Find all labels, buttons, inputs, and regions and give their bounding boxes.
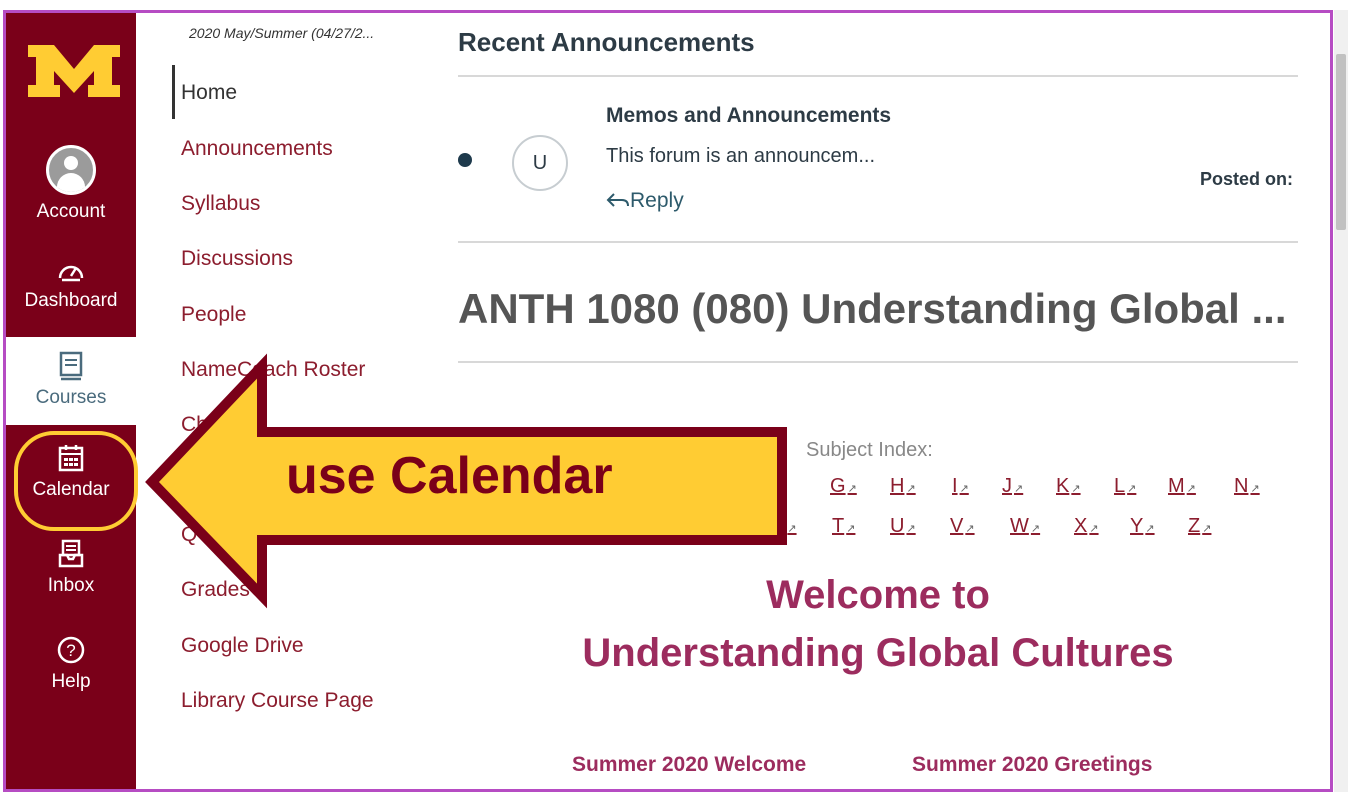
reply-link[interactable]: Reply xyxy=(606,189,684,213)
divider xyxy=(458,361,1298,363)
calendar-highlight-outline xyxy=(14,431,138,531)
global-nav: Account Dashboard Courses Calendar Inbox… xyxy=(6,13,136,789)
external-link-icon: ↗ xyxy=(1071,483,1081,495)
reply-arrow-icon xyxy=(606,193,629,207)
unread-dot-icon xyxy=(458,153,472,167)
external-link-icon: ↗ xyxy=(1202,523,1212,535)
index-link-j[interactable]: J ↗ xyxy=(1002,475,1023,498)
external-link-icon: ↗ xyxy=(847,483,857,495)
vertical-scrollbar[interactable] xyxy=(1334,10,1348,792)
index-link-v[interactable]: V ↗ xyxy=(950,515,975,538)
course-nav-syllabus[interactable]: Syllabus xyxy=(181,192,260,216)
index-link-u[interactable]: U ↗ xyxy=(890,515,916,538)
university-m-logo[interactable] xyxy=(24,41,124,101)
posted-on-label: Posted on: xyxy=(1200,169,1293,189)
external-link-icon: ↗ xyxy=(906,523,916,535)
divider xyxy=(458,75,1298,77)
dashboard-gauge-icon xyxy=(58,265,84,282)
nav-courses[interactable]: Courses xyxy=(6,337,136,425)
index-link-k[interactable]: K ↗ xyxy=(1056,475,1081,498)
welcome-heading-line2: Understanding Global Cultures xyxy=(582,631,1174,675)
index-link-m[interactable]: M ↗ xyxy=(1168,475,1196,498)
course-nav-grades[interactable]: Grades xyxy=(181,578,250,602)
index-link-t[interactable]: T ↗ xyxy=(832,515,855,538)
external-link-icon: ↗ xyxy=(1186,483,1196,495)
summer-greetings-link[interactable]: Summer 2020 Greetings xyxy=(912,753,1152,777)
external-link-icon: ↗ xyxy=(1089,523,1099,535)
course-nav-q[interactable]: Q xyxy=(181,523,197,547)
index-link-z[interactable]: Z ↗ xyxy=(1188,515,1211,538)
account-avatar-icon xyxy=(46,145,96,195)
nav-inbox-label: Inbox xyxy=(47,575,95,596)
course-nav-ch[interactable]: Ch xyxy=(181,413,208,437)
annotation-arrow-text: use Calendar xyxy=(286,447,613,505)
active-indicator xyxy=(172,65,175,119)
index-link-x[interactable]: X ↗ xyxy=(1074,515,1099,538)
index-link-s[interactable]: S ↗ xyxy=(772,515,797,538)
course-title: ANTH 1080 (080) Understanding Global ... xyxy=(458,285,1287,332)
course-nav-announcements[interactable]: Announcements xyxy=(181,137,333,161)
external-link-icon: ↗ xyxy=(965,523,975,535)
external-link-icon: ↗ xyxy=(1145,523,1155,535)
external-link-icon: ↗ xyxy=(1030,523,1041,535)
course-term: 2020 May/Summer (04/27/2... xyxy=(189,25,375,41)
external-link-icon: ↗ xyxy=(1014,483,1024,495)
welcome-heading-line1: Welcome to xyxy=(766,573,990,617)
courses-book-icon xyxy=(59,351,83,381)
reply-label: Reply xyxy=(630,189,684,212)
course-nav-namecoach-roster[interactable]: NameCoach Roster xyxy=(181,358,365,382)
announcement-excerpt: This forum is an announcem... xyxy=(606,145,876,167)
index-link-g[interactable]: G ↗ xyxy=(830,475,857,498)
nav-courses-label: Courses xyxy=(35,387,107,408)
external-link-icon: ↗ xyxy=(1127,483,1137,495)
announcement-avatar: U xyxy=(512,135,568,191)
nav-dashboard[interactable]: Dashboard xyxy=(6,258,136,312)
nav-inbox[interactable]: Inbox xyxy=(6,539,136,597)
course-nav-google-drive[interactable]: Google Drive xyxy=(181,634,304,658)
index-link-i[interactable]: I ↗ xyxy=(952,475,969,498)
index-link-h[interactable]: H ↗ xyxy=(890,475,916,498)
subject-index-label: Subject Index: xyxy=(806,439,933,461)
nav-account-label: Account xyxy=(36,201,106,222)
nav-help-label: Help xyxy=(51,671,91,692)
nav-dashboard-label: Dashboard xyxy=(24,290,118,311)
course-nav-library-course-page[interactable]: Library Course Page xyxy=(181,689,374,713)
browser-frame: Account Dashboard Courses Calendar Inbox… xyxy=(3,10,1333,792)
external-link-icon: ↗ xyxy=(906,483,916,495)
svg-text:?: ? xyxy=(66,641,75,660)
summer-welcome-link[interactable]: Summer 2020 Welcome xyxy=(572,753,806,777)
course-nav-home[interactable]: Home xyxy=(181,81,237,105)
external-link-icon: ↗ xyxy=(787,523,797,535)
external-link-icon: ↗ xyxy=(1250,483,1260,495)
scrollbar-thumb[interactable] xyxy=(1336,54,1346,230)
external-link-icon: ↗ xyxy=(846,523,856,535)
recent-announcements-heading: Recent Announcements xyxy=(458,27,755,57)
index-link-w[interactable]: W ↗ xyxy=(1010,515,1040,538)
course-nav-people[interactable]: People xyxy=(181,303,246,327)
help-icon: ? xyxy=(57,636,85,664)
index-link-y[interactable]: Y ↗ xyxy=(1130,515,1155,538)
announcement-title[interactable]: Memos and Announcements xyxy=(606,104,891,128)
nav-account[interactable]: Account xyxy=(6,145,136,223)
nav-help[interactable]: ? Help xyxy=(6,635,136,693)
external-link-icon: ↗ xyxy=(959,483,969,495)
index-link-n[interactable]: N ↗ xyxy=(1234,475,1260,498)
inbox-icon xyxy=(58,539,84,568)
index-link-l[interactable]: L ↗ xyxy=(1114,475,1136,498)
course-nav-discussions[interactable]: Discussions xyxy=(181,247,293,271)
divider xyxy=(458,241,1298,243)
